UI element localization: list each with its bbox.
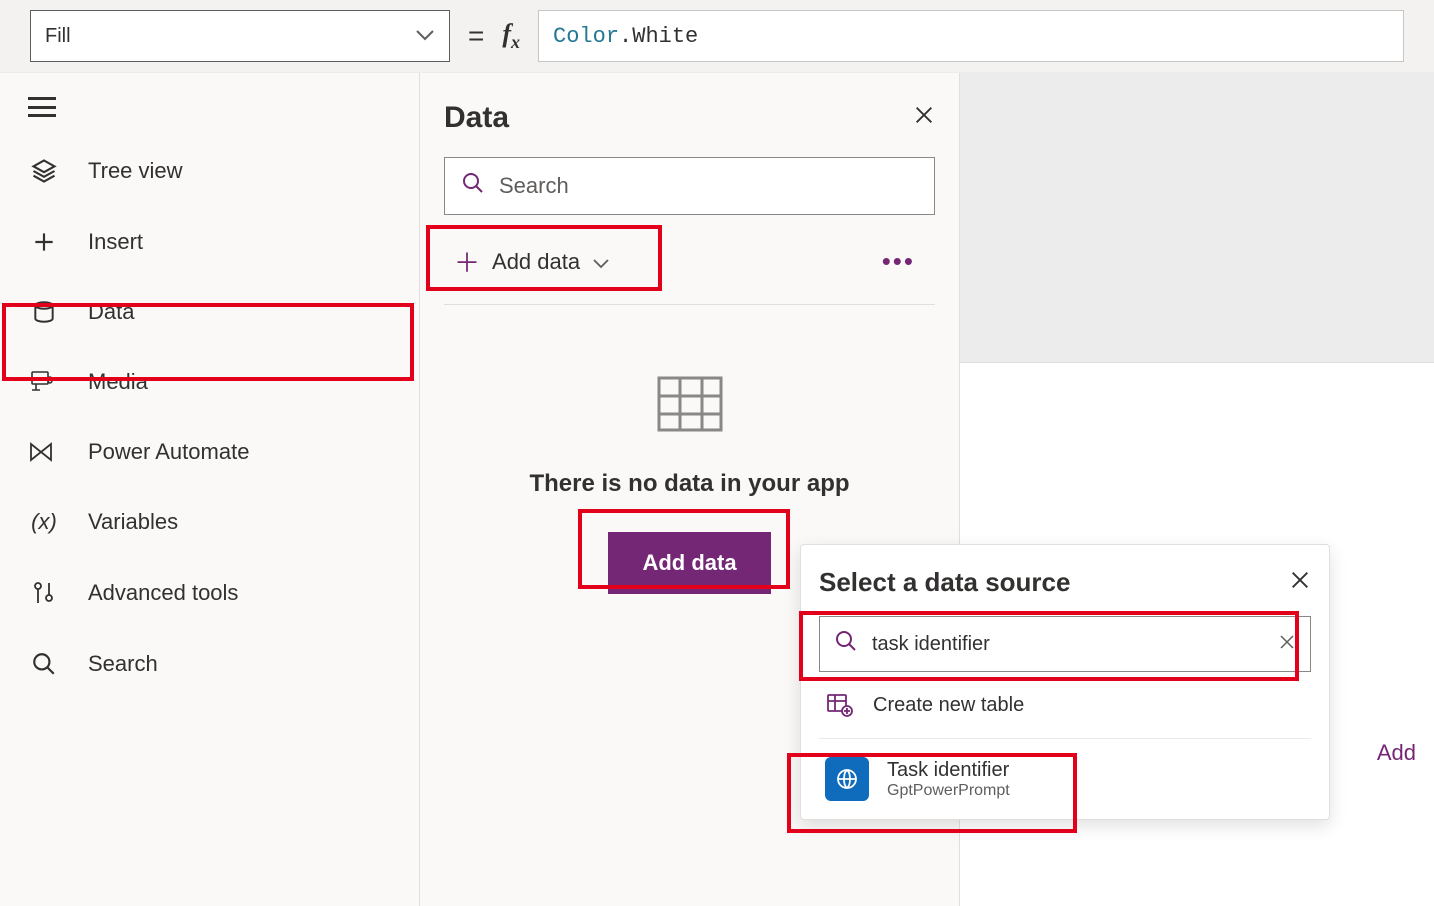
result-text: Task identifier GptPowerPrompt: [887, 759, 1010, 800]
search-icon: [461, 171, 485, 201]
nav-label: Insert: [88, 229, 143, 255]
nav-power-automate[interactable]: Power Automate: [0, 417, 419, 487]
table-add-icon: [825, 690, 855, 720]
nav-label: Media: [88, 369, 148, 395]
formula-token-class: Color: [553, 24, 619, 49]
formula-bar: Fill = fx Color.White: [0, 0, 1434, 73]
canvas-background: [960, 73, 1434, 363]
nav-insert[interactable]: Insert: [0, 207, 419, 277]
nav-media[interactable]: Media: [0, 347, 419, 417]
add-data-label: Add data: [492, 249, 580, 275]
nav-data[interactable]: Data: [0, 277, 419, 347]
picker-search-field[interactable]: [872, 633, 1264, 656]
more-icon[interactable]: •••: [882, 246, 927, 277]
formula-token-dot: .: [619, 24, 632, 49]
nav-advanced-tools[interactable]: Advanced tools: [0, 557, 419, 629]
clear-icon[interactable]: [1278, 631, 1296, 657]
equals-sign: =: [468, 20, 484, 52]
create-new-table[interactable]: Create new table: [819, 672, 1311, 739]
nav-label: Variables: [88, 509, 178, 535]
fx-icon[interactable]: fx: [502, 19, 520, 53]
formula-token-prop: White: [632, 24, 698, 49]
ai-model-icon: [825, 757, 869, 801]
nav-label: Tree view: [88, 158, 183, 184]
nav-label: Advanced tools: [88, 580, 238, 606]
nav-label: Search: [88, 651, 158, 677]
chevron-down-icon: [592, 249, 610, 275]
close-icon[interactable]: [913, 104, 935, 132]
empty-message: There is no data in your app: [529, 470, 849, 498]
plus-icon: ＋: [454, 243, 480, 280]
search-placeholder: Search: [499, 173, 569, 199]
property-dropdown-value: Fill: [45, 25, 71, 48]
variables-icon: (x): [28, 509, 60, 535]
close-icon[interactable]: [1289, 569, 1311, 597]
add-data-dropdown[interactable]: ＋ Add data: [444, 237, 620, 286]
flow-icon: [28, 440, 60, 464]
nav-tree-view[interactable]: Tree view: [0, 135, 419, 207]
table-icon: [656, 375, 724, 436]
media-icon: [28, 370, 60, 394]
nav-label: Data: [88, 299, 134, 325]
picker-title: Select a data source: [819, 567, 1070, 598]
data-source-result[interactable]: Task identifier GptPowerPrompt: [819, 739, 1311, 819]
search-icon: [28, 651, 60, 677]
create-new-label: Create new table: [873, 694, 1024, 717]
cut-off-label: Add: [1377, 740, 1416, 766]
data-search-input[interactable]: Search: [444, 157, 935, 215]
search-icon: [834, 629, 858, 659]
tools-icon: [28, 579, 60, 607]
layers-icon: [28, 157, 60, 185]
picker-search-input[interactable]: [819, 616, 1311, 672]
result-title: Task identifier: [887, 759, 1010, 782]
data-pane-title: Data: [444, 101, 509, 135]
chevron-down-icon: [415, 25, 435, 48]
left-nav: Tree view Insert Data Media Power Automa: [0, 73, 420, 906]
add-data-button[interactable]: Add data: [608, 532, 770, 594]
database-icon: [28, 299, 60, 325]
property-dropdown[interactable]: Fill: [30, 10, 450, 62]
nav-search[interactable]: Search: [0, 629, 419, 699]
nav-variables[interactable]: (x) Variables: [0, 487, 419, 557]
data-source-picker: Select a data source Create new table Ta…: [800, 544, 1330, 820]
nav-label: Power Automate: [88, 439, 249, 465]
formula-input[interactable]: Color.White: [538, 10, 1404, 62]
hamburger-icon[interactable]: [28, 97, 56, 117]
result-subtitle: GptPowerPrompt: [887, 782, 1010, 800]
plus-icon: [28, 229, 60, 255]
